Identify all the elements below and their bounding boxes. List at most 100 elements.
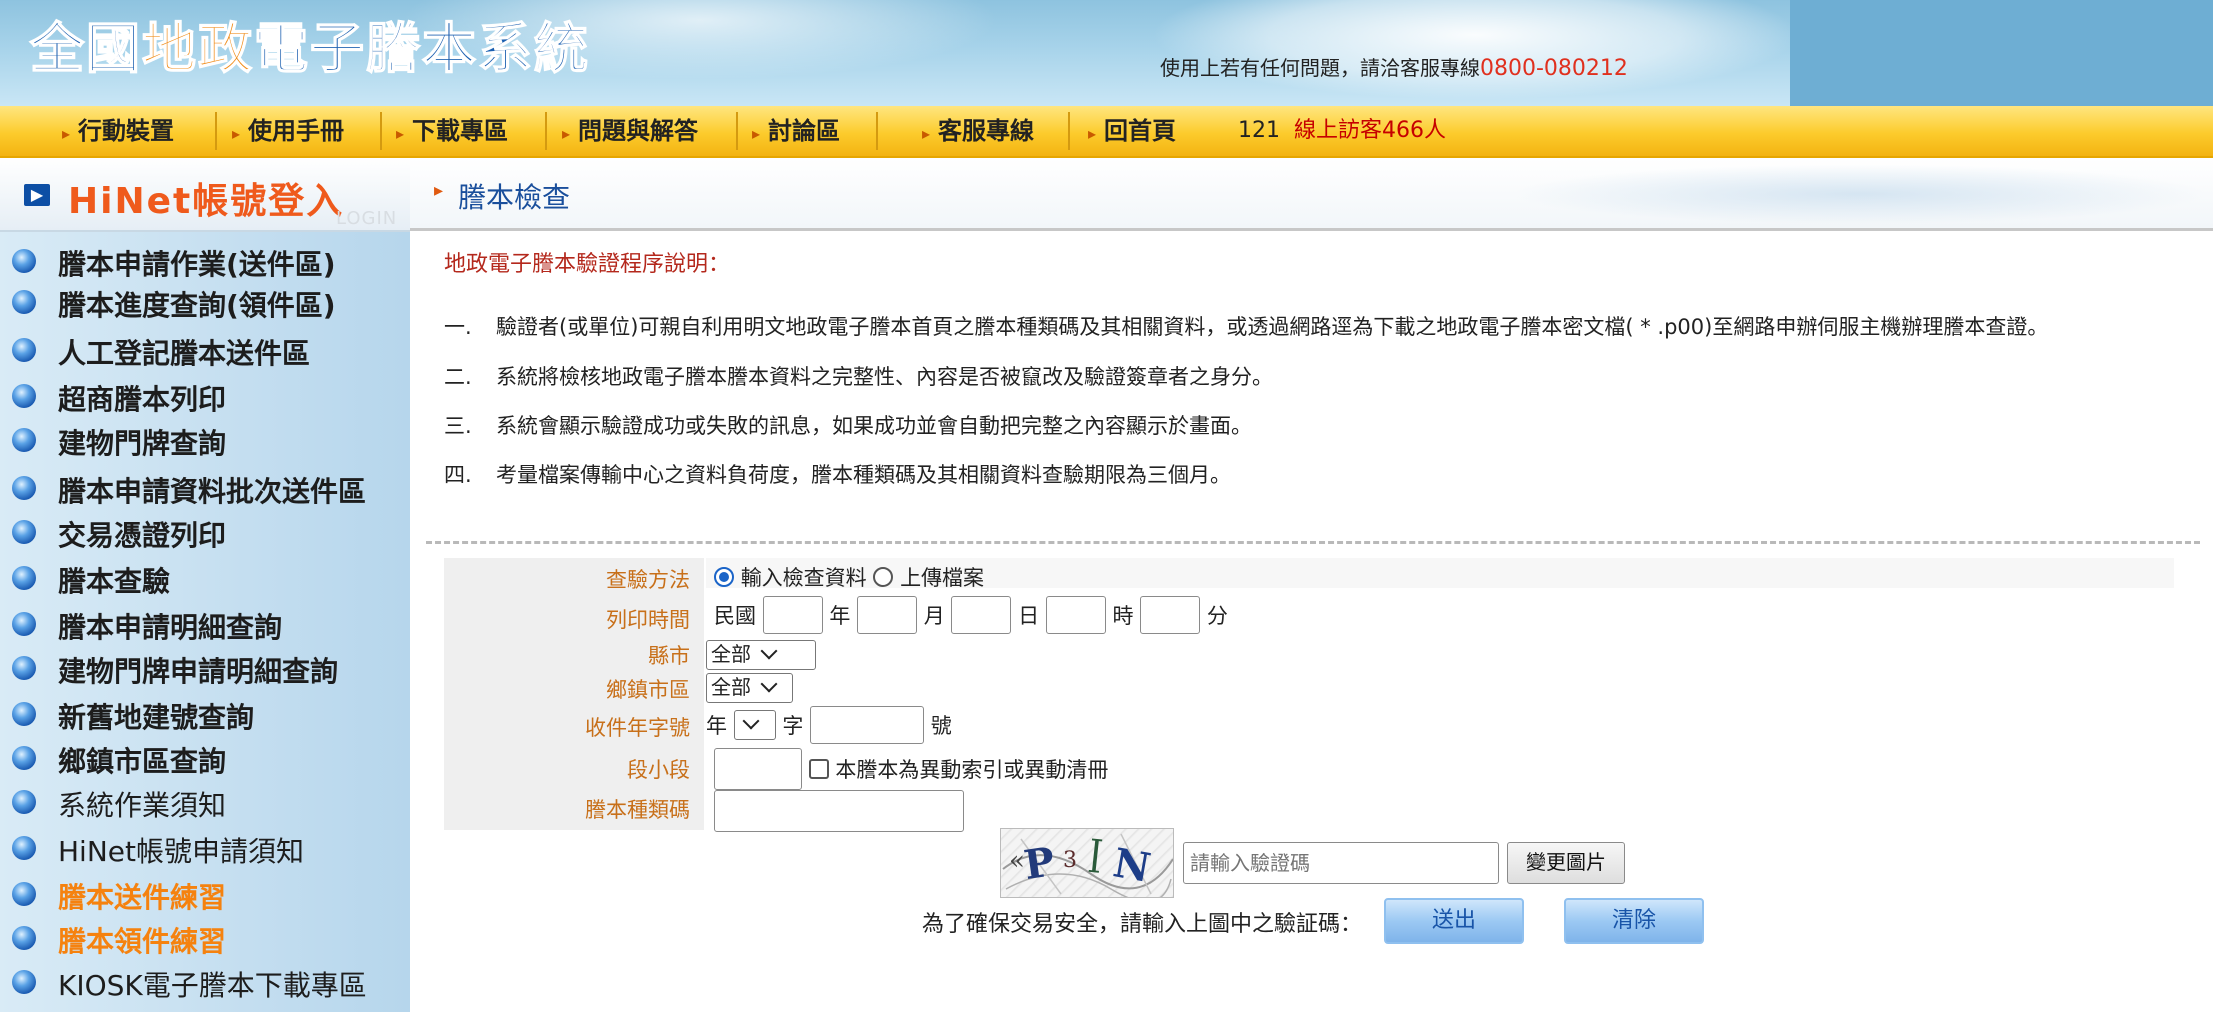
- nav-item-label: 問題與解答: [578, 117, 699, 145]
- label-method: 查驗方法: [606, 568, 690, 592]
- arrow-right-icon: ▸: [62, 124, 71, 143]
- sidebar-item-verify[interactable]: 謄本查驗: [0, 556, 410, 598]
- nav-item-mobile[interactable]: ▸ 行動裝置: [62, 106, 174, 156]
- arrow-right-icon: ▸: [396, 124, 405, 143]
- sidebar-item-label: 建物門牌查詢: [58, 427, 227, 460]
- type-code-input[interactable]: [714, 790, 964, 832]
- nav-divider: [1068, 112, 1070, 150]
- county-select[interactable]: 全部: [706, 640, 816, 670]
- sidebar-item-old-new-number[interactable]: 新舊地建號查詢: [0, 692, 410, 734]
- arrow-right-icon: ▸: [434, 180, 444, 201]
- receipt-number-input[interactable]: [810, 706, 925, 744]
- sidebar-item-send-area[interactable]: 謄本申請作業(送件區): [0, 239, 410, 281]
- sidebar-item-batch-send[interactable]: 謄本申請資料批次送件區: [0, 466, 410, 508]
- globe-bullet-icon: [12, 970, 36, 994]
- intro-line: 二. 系統將檢核地政電子謄本謄本資料之完整性、內容是否被竄改及驗證簽章者之身分。: [444, 361, 1273, 391]
- nav-divider: [215, 112, 217, 150]
- hotline-text: 使用上若有任何問題，請洽客服專線: [1160, 56, 1480, 80]
- nav-item-forum[interactable]: ▸ 討論區: [752, 106, 840, 156]
- label-section: 段小段: [627, 758, 690, 782]
- globe-bullet-icon: [12, 428, 36, 452]
- captcha-graphic: « P 3 ꟾ N: [1002, 833, 1173, 897]
- header-banner: 全國地政電子謄本系統 使用上若有任何問題，請洽客服專線0800-080212: [0, 0, 2213, 106]
- form-label-column: 查驗方法 列印時間 縣市 鄉鎮市區 收件年字號 段小段 謄本種類碼: [444, 558, 704, 830]
- district-select[interactable]: 全部: [706, 673, 793, 703]
- sidebar-item-hinet-account-notice[interactable]: HiNet帳號申請須知: [0, 826, 410, 868]
- receipt-no-label: 號: [930, 714, 952, 738]
- nav-item-faq[interactable]: ▸ 問題與解答: [562, 106, 698, 156]
- sidebar-item-transaction-cert[interactable]: 交易憑證列印: [0, 510, 410, 552]
- year-input[interactable]: [762, 596, 823, 634]
- hinet-login-box[interactable]: ▶ HiNet帳號登入 LOGIN: [0, 158, 410, 232]
- nav-item-label: 回首頁: [1104, 117, 1177, 145]
- sidebar-item-convenience-print[interactable]: 超商謄本列印: [0, 374, 410, 416]
- label-receipt-no: 收件年字號: [585, 716, 690, 740]
- globe-bullet-icon: [12, 249, 36, 273]
- sidebar-item-label: 謄本送件練習: [58, 881, 227, 914]
- day-input[interactable]: [951, 596, 1012, 634]
- submit-button[interactable]: 送出: [1384, 898, 1524, 944]
- minute-input[interactable]: [1140, 596, 1201, 634]
- nav-item-service[interactable]: ▸ 客服專線: [922, 106, 1034, 156]
- radio-label: 輸入檢查資料: [740, 566, 867, 590]
- captcha-input[interactable]: [1183, 842, 1499, 884]
- print-time-row: 民國 年 月 日 時 分: [714, 596, 1228, 634]
- unit-label: 分: [1206, 604, 1228, 628]
- sidebar-item-kiosk-download[interactable]: KIOSK電子謄本下載專區: [0, 960, 410, 1002]
- label-district: 鄉鎮市區: [606, 678, 690, 702]
- sidebar-item-township-query[interactable]: 鄉鎮市區查詢: [0, 736, 410, 778]
- method-row: 輸入檢查資料 上傳檔案: [714, 562, 984, 596]
- chevron-down-icon: [742, 712, 760, 730]
- arrow-right-icon: ▸: [562, 124, 571, 143]
- logo-part-2: 地政: [141, 16, 254, 81]
- site-logo[interactable]: 全國地政電子謄本系統: [29, 12, 590, 86]
- globe-bullet-icon: [12, 566, 36, 590]
- nav-divider: [736, 112, 738, 150]
- sidebar-item-door-plate-detail[interactable]: 建物門牌申請明細查詢: [0, 646, 410, 688]
- intro-line-number: 二.: [444, 365, 472, 389]
- receipt-year-select[interactable]: [733, 710, 776, 740]
- globe-bullet-icon: [12, 384, 36, 408]
- unit-label: 日: [1018, 604, 1040, 628]
- nav-item-manual[interactable]: ▸ 使用手冊: [232, 106, 344, 156]
- label-type-code: 謄本種類碼: [585, 798, 690, 822]
- sidebar-item-send-practice[interactable]: 謄本送件練習: [0, 872, 410, 914]
- sidebar-item-receive-practice[interactable]: 謄本領件練習: [0, 916, 410, 958]
- sidebar-item-label: 謄本查驗: [58, 565, 171, 598]
- change-index-checkbox[interactable]: [808, 759, 829, 779]
- receipt-year-label: 年: [706, 714, 727, 738]
- sidebar-item-label: HiNet帳號申請須知: [58, 835, 304, 868]
- cloud-decoration: [1150, 0, 1800, 100]
- intro-line-text: 考量檔案傳輸中心之資料負荷度，謄本種類碼及其相關資料查驗期限為三個月。: [496, 463, 1231, 487]
- nav-item-download[interactable]: ▸ 下載專區: [396, 106, 508, 156]
- globe-bullet-icon: [12, 702, 36, 726]
- sidebar-item-label: 系統作業須知: [58, 789, 227, 822]
- login-title: HiNet帳號登入: [68, 181, 345, 222]
- globe-bullet-icon: [12, 338, 36, 362]
- section-header: ▸ 謄本檢查: [410, 158, 2213, 231]
- logo-part-3: 電子謄本系統: [253, 16, 590, 81]
- change-image-button[interactable]: 變更圖片: [1507, 842, 1625, 884]
- nav-item-label: 行動裝置: [78, 117, 175, 145]
- nav-item-home[interactable]: ▸ 回首頁: [1088, 106, 1176, 156]
- unit-label: 月: [923, 604, 945, 628]
- hour-input[interactable]: [1045, 596, 1106, 634]
- radio-input-data[interactable]: [714, 567, 734, 587]
- sidebar-item-manual-register[interactable]: 人工登記謄本送件區: [0, 328, 410, 370]
- logo-part-1: 全國: [29, 16, 142, 81]
- sidebar-item-progress-query[interactable]: 謄本進度查詢(領件區): [0, 280, 410, 322]
- hotline-info: 使用上若有任何問題，請洽客服專線0800-080212: [1160, 52, 1628, 81]
- sidebar-item-detail-query[interactable]: 謄本申請明細查詢: [0, 602, 410, 644]
- nav-item-label: 客服專線: [938, 117, 1035, 145]
- section-title: 謄本檢查: [458, 181, 571, 214]
- intro-heading: 地政電子謄本驗證程序說明：: [444, 252, 731, 277]
- sidebar-item-label: 超商謄本列印: [58, 383, 227, 416]
- sidebar-item-system-notice[interactable]: 系統作業須知: [0, 780, 410, 822]
- sidebar-item-label: 人工登記謄本送件區: [58, 337, 311, 370]
- month-input[interactable]: [857, 596, 918, 634]
- globe-bullet-icon: [12, 612, 36, 636]
- radio-upload-file[interactable]: [873, 567, 894, 587]
- clear-button[interactable]: 清除: [1564, 898, 1704, 944]
- section-input[interactable]: [714, 748, 802, 790]
- sidebar-item-door-plate-query[interactable]: 建物門牌查詢: [0, 418, 410, 460]
